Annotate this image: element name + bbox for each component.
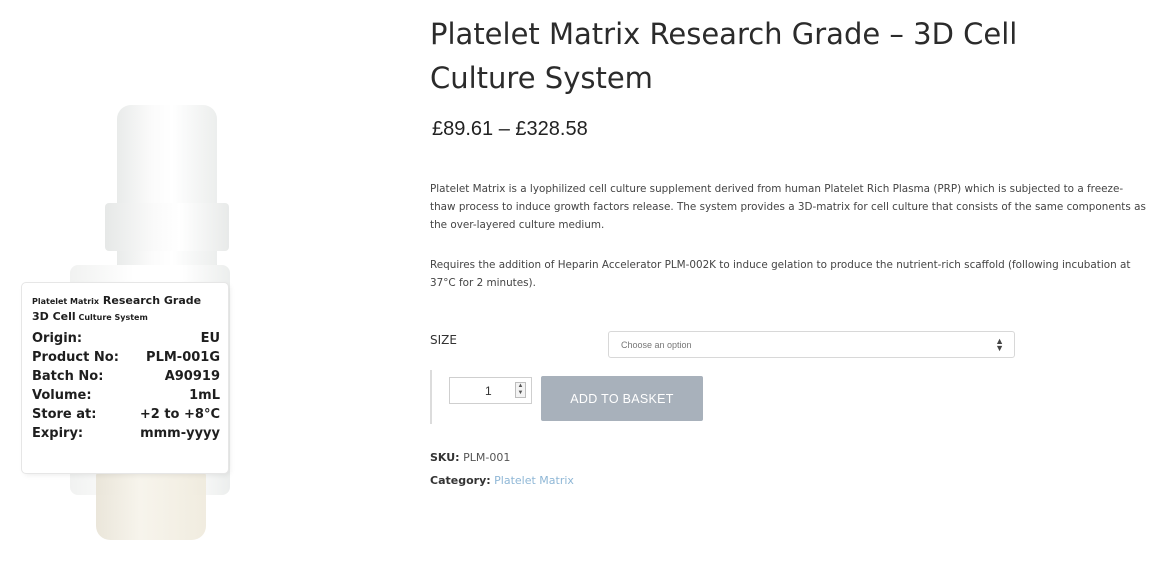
vial-label-value: EU	[200, 331, 220, 346]
vial-label-row: Volume: 1mL	[32, 386, 220, 405]
vial-cap	[105, 105, 229, 275]
vial-label-row: Expiry: mmm-yyyy	[32, 424, 220, 443]
quantity-stepper[interactable]: 1 ▲ ▼	[449, 377, 532, 404]
vial-label-value: A90919	[164, 369, 220, 384]
vial-bottom	[96, 470, 206, 540]
price-range: £89.61 – £328.58	[432, 118, 588, 140]
vial-label-row: Store at: +2 to +8°C	[32, 405, 220, 424]
vial-label-value: 1mL	[189, 388, 220, 403]
category-line: Category: Platelet Matrix	[430, 474, 574, 487]
sku-value: PLM-001	[463, 451, 511, 464]
add-to-basket-button[interactable]: ADD TO BASKET	[541, 376, 703, 421]
vial-label-key: Expiry:	[32, 426, 84, 441]
vial-label-row: Origin: EU	[32, 329, 220, 348]
vial-label-key: Batch No:	[32, 369, 104, 384]
vial-label-key: Product No:	[32, 350, 119, 365]
product-image: Platelet Matrix Research Grade 3D Cell C…	[0, 0, 390, 563]
quantity-value[interactable]: 1	[485, 384, 492, 398]
size-select-value: Choose an option	[621, 339, 692, 350]
vial-label-row: Batch No: A90919	[32, 367, 220, 386]
vial-label-subtitle-small: Culture System	[75, 313, 148, 322]
vial-label-key: Origin:	[32, 331, 83, 346]
cart-divider	[430, 370, 432, 424]
sku-label: SKU:	[430, 451, 460, 464]
product-title: Platelet Matrix Research Grade – 3D Cell…	[430, 17, 1018, 95]
sku-line: SKU: PLM-001	[430, 451, 510, 464]
product-description-note: Requires the addition of Heparin Acceler…	[430, 259, 1131, 289]
size-label: SIZE	[430, 333, 457, 347]
vial-label-key: Store at:	[32, 407, 97, 422]
vial-label-value: PLM-001G	[146, 350, 220, 365]
vial-label-value: mmm-yyyy	[140, 426, 220, 441]
size-select[interactable]: Choose an option ▲ ▼	[608, 331, 1015, 358]
vial-label-title-small: Platelet Matrix	[32, 297, 100, 306]
vial-label-value: +2 to +8°C	[139, 407, 220, 422]
vial-label-title: Platelet Matrix Research Grade	[32, 293, 220, 309]
select-arrows-icon: ▲ ▼	[995, 336, 1004, 353]
product-description: Platelet Matrix is a lyophilized cell cu…	[430, 183, 1146, 231]
vial-label-row: Product No: PLM-001G	[32, 348, 220, 367]
category-label: Category:	[430, 474, 491, 487]
category-link[interactable]: Platelet Matrix	[494, 474, 574, 487]
vial-label-subtitle: 3D Cell Culture System	[32, 309, 220, 325]
vial-label-key: Volume:	[32, 388, 92, 403]
vial-label-title-bold: Research Grade	[99, 294, 202, 307]
vial-label-subtitle-bold: 3D Cell	[32, 310, 76, 323]
spinner-arrows-icon[interactable]: ▲ ▼	[515, 382, 526, 398]
vial-label: Platelet Matrix Research Grade 3D Cell C…	[22, 283, 228, 473]
